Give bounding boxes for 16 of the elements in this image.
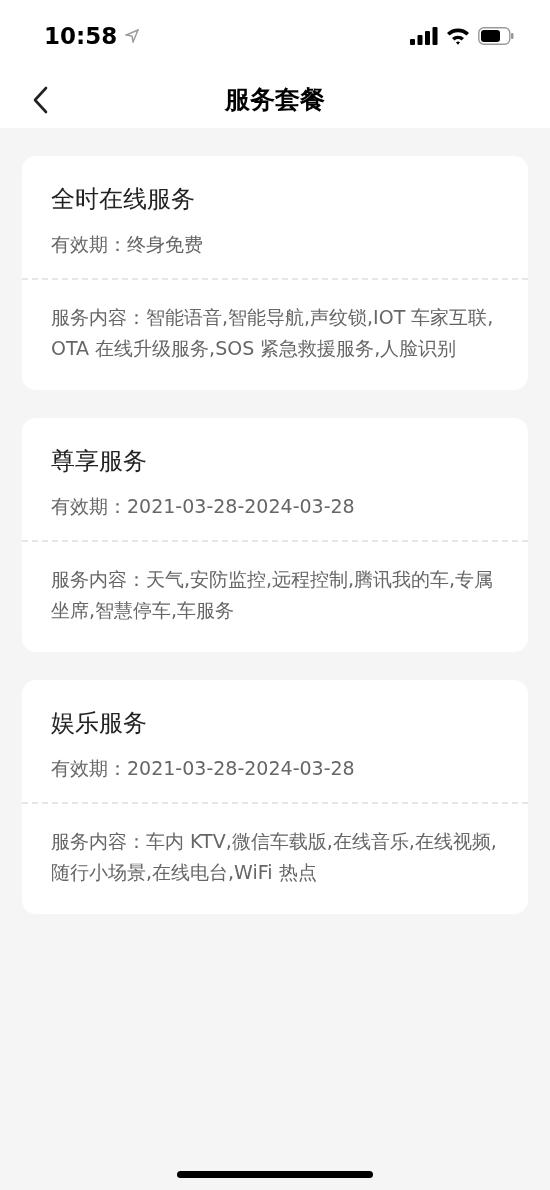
service-content: 服务内容：车内 KTV,微信车载版,在线音乐,在线视频,随行小场景,在线电台,WiFi 热点 xyxy=(51,829,498,885)
signal-icon xyxy=(410,27,438,45)
validity-text: 有效期：终身免费 xyxy=(51,232,204,257)
page-title: 服务套餐 xyxy=(225,84,325,117)
service-content: 服务内容：天气,安防监控,远程控制,腾讯我的车,专属坐席,智慧停车,车服务 xyxy=(51,567,495,623)
back-icon xyxy=(32,86,48,114)
package-name: 全时在线服务 xyxy=(51,184,196,215)
package-name: 娱乐服务 xyxy=(51,708,148,739)
validity-text: 有效期：2021-03-28-2024-03-28 xyxy=(51,756,356,781)
location-icon xyxy=(125,29,140,43)
package-name: 尊享服务 xyxy=(51,446,148,477)
wifi-icon xyxy=(446,27,470,45)
status-time: 10:58 xyxy=(44,21,118,51)
service-content: 服务内容：智能语音,智能导航,声纹锁,IOT 车家互联,OTA 在线升级服务,SOS 紧急救援服务,人脸识别 xyxy=(51,305,495,361)
battery-icon xyxy=(478,27,514,45)
validity-text: 有效期：2021-03-28-2024-03-28 xyxy=(51,494,356,519)
